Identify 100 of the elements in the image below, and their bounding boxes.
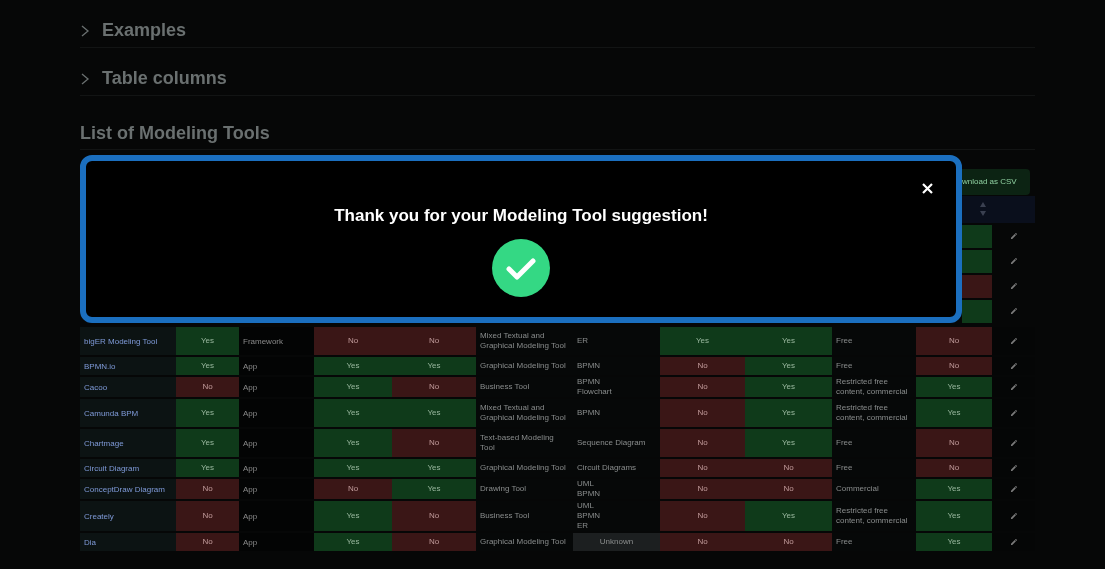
table-cell: No bbox=[176, 501, 239, 531]
table-cell: Camunda BPM bbox=[80, 399, 176, 427]
pencil-icon[interactable] bbox=[1009, 232, 1018, 241]
table-cell-text: Restricted free content, commercial bbox=[836, 403, 909, 423]
table-cell-text: BPMN Flowchart bbox=[576, 377, 613, 397]
table-cell: Free bbox=[836, 438, 853, 448]
table-cell-text: Restricted free content, commercial bbox=[836, 377, 909, 397]
status-badge: Unknown bbox=[573, 533, 660, 551]
table-cell: No bbox=[392, 533, 476, 551]
table-cell: Yes bbox=[745, 399, 832, 427]
table-cell: No bbox=[745, 479, 832, 499]
chevron-icon bbox=[80, 72, 90, 85]
table-cell: Yes bbox=[660, 327, 745, 355]
pencil-icon[interactable] bbox=[1009, 512, 1018, 520]
table-cell: Yes bbox=[916, 533, 992, 551]
pencil-icon[interactable] bbox=[1009, 383, 1018, 391]
table-cell: Yes bbox=[314, 533, 392, 551]
table-cell-text: BPMN bbox=[576, 408, 602, 418]
pencil-icon[interactable] bbox=[1009, 307, 1018, 316]
table-cell: Yes bbox=[916, 501, 992, 531]
table-cell: Graphical Modeling Tool bbox=[480, 361, 566, 371]
table-cell: Yes bbox=[176, 357, 239, 375]
check-circle-icon bbox=[492, 238, 550, 297]
accordion-header[interactable]: Table columns bbox=[80, 62, 1035, 96]
table-cell: Yes bbox=[314, 459, 392, 477]
table-cell: No bbox=[660, 479, 745, 499]
table-cell: Yes bbox=[745, 429, 832, 457]
pencil-icon[interactable] bbox=[1009, 485, 1018, 493]
table-cell: No bbox=[916, 357, 992, 375]
table-cell: Yes bbox=[314, 357, 392, 375]
table-cell: Yes bbox=[745, 327, 832, 355]
table-cell: Free bbox=[836, 463, 853, 473]
pencil-icon[interactable] bbox=[1009, 282, 1018, 291]
table-cell: Yes bbox=[314, 501, 392, 531]
table-cell: No bbox=[314, 327, 392, 355]
pencil-icon[interactable] bbox=[1009, 538, 1018, 546]
pencil-icon[interactable] bbox=[1009, 409, 1018, 417]
table-cell: Free bbox=[836, 336, 853, 346]
table-cell: Graphical Modeling Tool bbox=[480, 463, 566, 473]
table-cell-text: Circuit Diagrams bbox=[576, 463, 638, 473]
table-cell: Business Tool bbox=[480, 511, 530, 521]
pencil-icon[interactable] bbox=[1009, 464, 1018, 472]
table-cell: No bbox=[392, 501, 476, 531]
table-cell: No bbox=[916, 459, 992, 477]
table-cell-text: BPMN bbox=[576, 361, 602, 371]
table-cell: Yes bbox=[745, 377, 832, 397]
table-cell: No bbox=[660, 429, 745, 457]
table-cell-text: Restricted free content, commercial bbox=[836, 506, 909, 526]
table-cell-text: Mixed Textual and Graphical Modeling Tool bbox=[480, 403, 567, 423]
table-cell: No bbox=[176, 533, 239, 551]
table-cell: Yes bbox=[745, 357, 832, 375]
download-button[interactable]: wnload as CSV bbox=[962, 169, 1030, 195]
table-cell: Yes bbox=[392, 459, 476, 477]
accordion-header[interactable]: Examples bbox=[80, 14, 1035, 48]
pencil-icon[interactable] bbox=[1009, 439, 1018, 447]
table-cell: Yes bbox=[392, 357, 476, 375]
table-cell: ConceptDraw Diagram bbox=[80, 479, 176, 499]
table-cell: Graphical Modeling Tool bbox=[480, 537, 566, 547]
table-cell: No bbox=[660, 501, 745, 531]
table-cell: Yes bbox=[916, 399, 992, 427]
pencil-icon[interactable] bbox=[1009, 257, 1018, 266]
modal-message: Thank you for your Modeling Tool suggestion! bbox=[334, 205, 708, 227]
table-cell: Free bbox=[836, 361, 853, 371]
table-cell: No bbox=[660, 377, 745, 397]
table-cell: Yes bbox=[392, 479, 476, 499]
table-cell: No bbox=[916, 327, 992, 355]
table-cell: Yes bbox=[314, 377, 392, 397]
table-cell: Yes bbox=[745, 501, 832, 531]
table-cell: No bbox=[392, 377, 476, 397]
table-cell: No bbox=[660, 533, 745, 551]
pencil-icon[interactable] bbox=[1009, 362, 1018, 370]
table-cell-text: ER bbox=[576, 336, 590, 346]
table-cell-text: UML BPMN ER bbox=[576, 501, 602, 531]
table-cell: Drawing Tool bbox=[480, 484, 527, 494]
table-cell: Yes bbox=[314, 429, 392, 457]
section-title: List of Modeling Tools bbox=[80, 122, 270, 145]
table-cell: No bbox=[745, 533, 832, 551]
table-cell: Yes bbox=[176, 327, 239, 355]
table-cell-text: UML BPMN bbox=[576, 479, 602, 499]
table-cell: No bbox=[392, 429, 476, 457]
close-button[interactable] bbox=[920, 181, 934, 195]
table-cell-text: Mixed Textual and Graphical Modeling Tool bbox=[480, 331, 567, 351]
table-cell-text: Text-based Modeling Tool bbox=[480, 433, 555, 453]
table-cell: Creately bbox=[80, 501, 176, 531]
pencil-icon[interactable] bbox=[1009, 337, 1018, 345]
table-cell: Yes bbox=[916, 479, 992, 499]
table-cell: No bbox=[745, 459, 832, 477]
table-cell: Free bbox=[836, 537, 853, 547]
table-cell: Cacoo bbox=[80, 377, 176, 397]
table-cell: BPMN.io bbox=[80, 357, 176, 375]
table-cell: No bbox=[176, 479, 239, 499]
table-cell: bigER Modeling Tool bbox=[80, 327, 176, 355]
table-cell: No bbox=[660, 399, 745, 427]
table-cell: No bbox=[916, 429, 992, 457]
table-cell: Yes bbox=[392, 399, 476, 427]
table-cell: Dia bbox=[80, 533, 176, 551]
table-cell: Yes bbox=[314, 399, 392, 427]
table-cell: Commercial bbox=[836, 484, 879, 494]
table-cell: No bbox=[660, 459, 745, 477]
table-cell: No bbox=[392, 327, 476, 355]
